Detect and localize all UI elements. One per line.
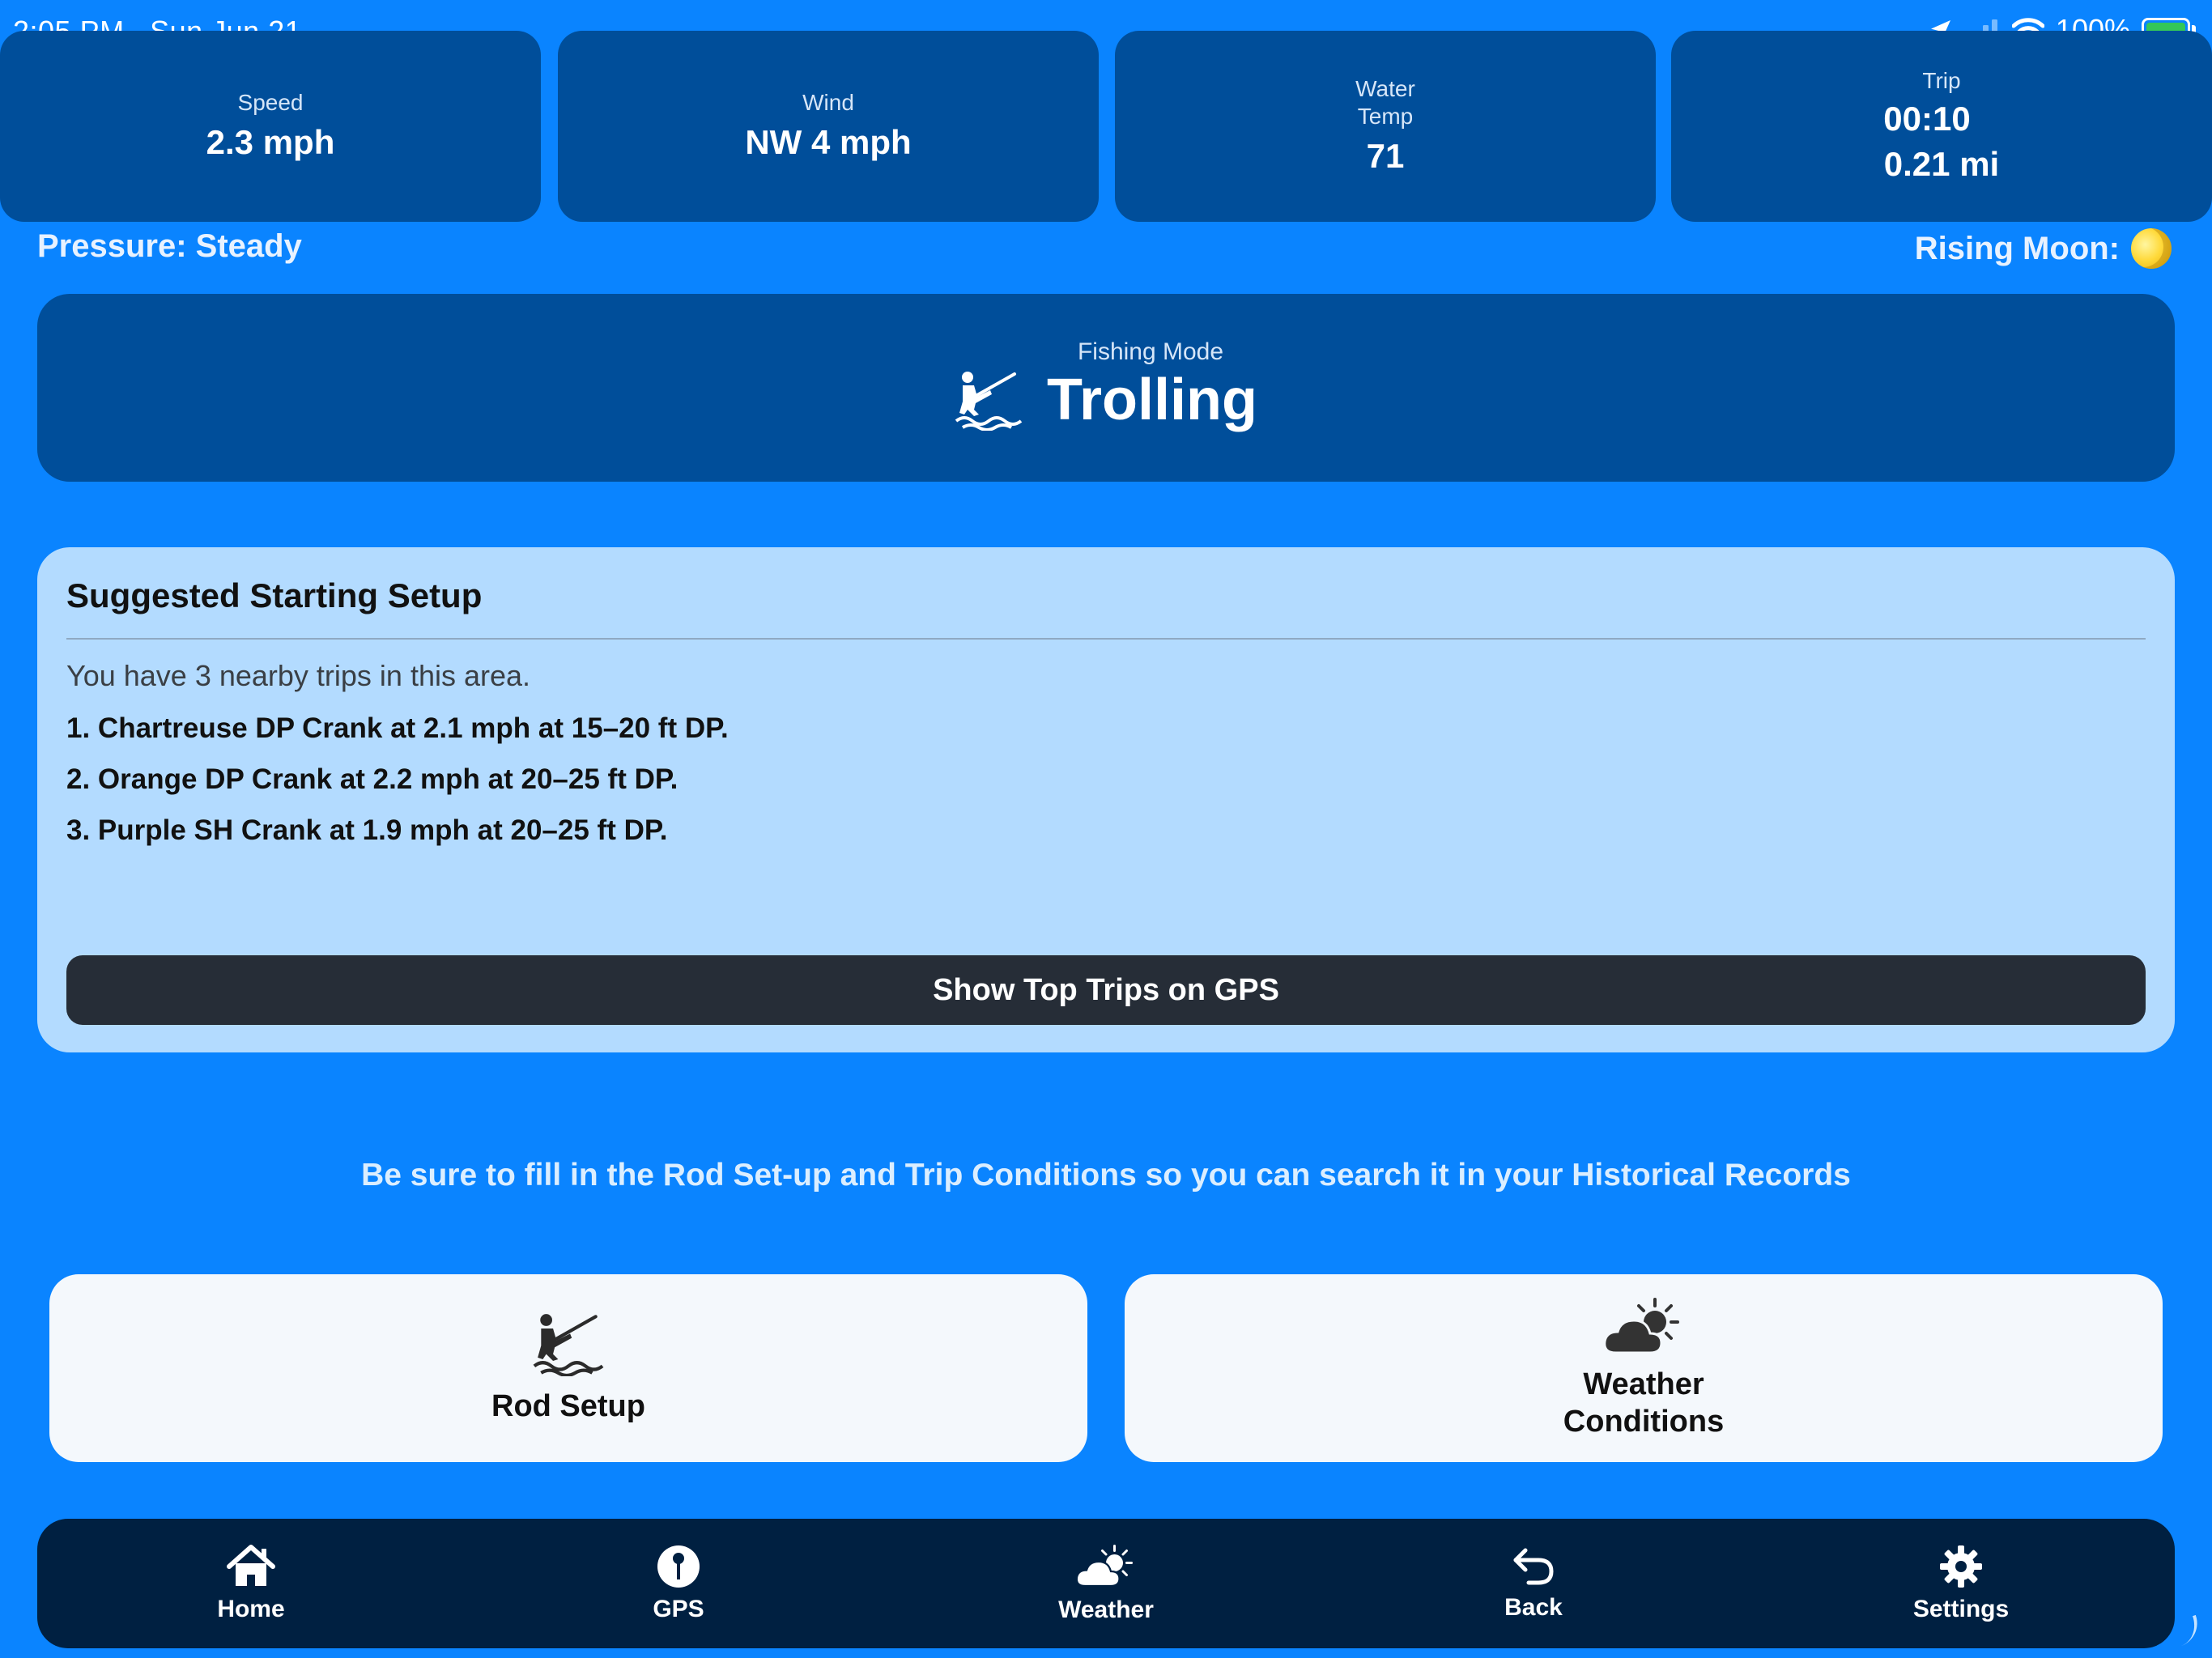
map-pin-icon bbox=[657, 1545, 700, 1588]
rod-setup-button[interactable]: Rod Setup bbox=[49, 1274, 1087, 1462]
tab-home-label: Home bbox=[217, 1596, 285, 1622]
fisherman-icon bbox=[533, 1314, 604, 1376]
speed-value: 2.3 mph bbox=[206, 123, 335, 161]
tab-weather[interactable]: Weather bbox=[985, 1543, 1227, 1624]
trip-label: Trip bbox=[1922, 68, 1961, 93]
speed-card: Speed 2.3 mph bbox=[0, 31, 541, 222]
suggested-setup-panel: Suggested Starting Setup You have 3 near… bbox=[37, 547, 2175, 1052]
setup-title: Suggested Starting Setup bbox=[66, 576, 483, 614]
moon-label: Rising Moon: bbox=[1914, 230, 2120, 266]
tab-back-label: Back bbox=[1504, 1594, 1563, 1621]
partly-cloudy-icon bbox=[1603, 1298, 1679, 1354]
weather-conditions-label: Weather Conditions bbox=[1563, 1367, 1725, 1439]
fishing-mode-value: Trolling bbox=[1047, 368, 1257, 432]
tab-back[interactable]: Back bbox=[1412, 1545, 1655, 1622]
wind-value: NW 4 mph bbox=[745, 123, 912, 161]
water-temp-label-1: Water bbox=[1355, 76, 1415, 101]
wind-label: Wind bbox=[802, 90, 854, 115]
rod-setup-label: Rod Setup bbox=[491, 1389, 645, 1423]
water-temp-label-2: Temp bbox=[1357, 104, 1414, 129]
partly-cloudy-icon bbox=[1075, 1545, 1133, 1588]
tab-gps-label: GPS bbox=[653, 1596, 704, 1622]
water-temp-card: Water Temp 71 bbox=[1115, 31, 1656, 222]
reminder-text: Be sure to fill in the Rod Set-up and Tr… bbox=[361, 1158, 1851, 1192]
tab-weather-label: Weather bbox=[1058, 1596, 1154, 1623]
setup-item: 3. Purple SH Crank at 1.9 mph at 20–25 f… bbox=[66, 814, 668, 846]
tab-gps[interactable]: GPS bbox=[557, 1544, 800, 1623]
show-top-trips-button[interactable]: Show Top Trips on GPS bbox=[66, 955, 2146, 1025]
pressure-status: Pressure: Steady bbox=[37, 228, 302, 264]
setup-item: 1. Chartreuse DP Crank at 2.1 mph at 15–… bbox=[66, 712, 729, 744]
gear-icon bbox=[1940, 1545, 1982, 1588]
tab-settings[interactable]: Settings bbox=[1840, 1544, 2082, 1623]
setup-item: 2. Orange DP Crank at 2.2 mph at 20–25 f… bbox=[66, 763, 678, 795]
fishing-mode-panel[interactable]: Fishing Mode Trolling bbox=[37, 294, 2175, 482]
weather-conditions-button[interactable]: Weather Conditions bbox=[1125, 1274, 2163, 1462]
trip-time: 00:10 bbox=[1883, 100, 1971, 138]
trip-distance: 0.21 mi bbox=[1883, 145, 2000, 183]
back-arrow-icon bbox=[1513, 1548, 1554, 1585]
trip-card: Trip 00:10 0.21 mi bbox=[1671, 31, 2212, 222]
tab-home[interactable]: Home bbox=[130, 1544, 372, 1623]
water-temp-value: 71 bbox=[1366, 137, 1405, 175]
setup-divider bbox=[66, 638, 2146, 640]
fishing-mode-label: Fishing Mode bbox=[1077, 338, 1224, 365]
moon-icon bbox=[2131, 228, 2172, 269]
speed-label: Speed bbox=[237, 90, 304, 115]
wind-card: Wind NW 4 mph bbox=[558, 31, 1099, 222]
setup-intro: You have 3 nearby trips in this area. bbox=[66, 659, 531, 692]
moon-status: Rising Moon: bbox=[1915, 228, 2172, 269]
tab-settings-label: Settings bbox=[1912, 1596, 2010, 1622]
fisherman-icon bbox=[955, 372, 1023, 431]
house-icon bbox=[227, 1545, 275, 1586]
tab-bar: Home GPS Weather Back Settings bbox=[37, 1519, 2175, 1648]
